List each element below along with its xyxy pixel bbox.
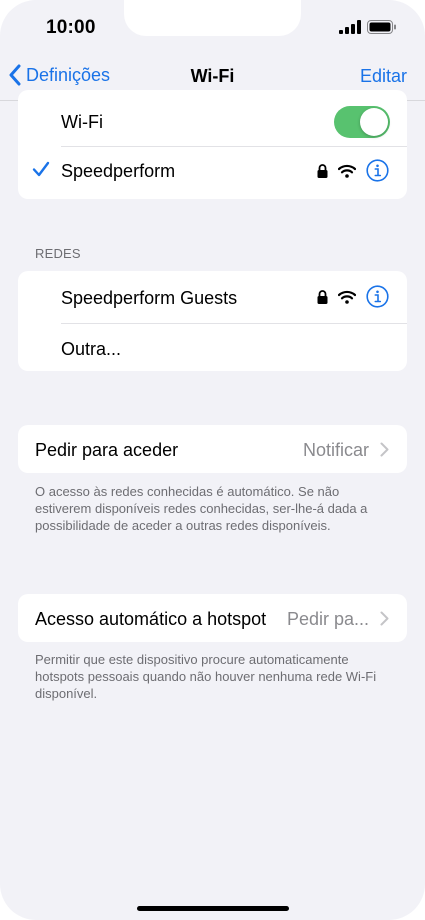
ask-to-join-label: Pedir para aceder bbox=[35, 440, 179, 460]
status-bar: 10:00 bbox=[0, 0, 425, 56]
toggle-knob bbox=[360, 108, 388, 136]
wifi-signal-icon bbox=[338, 164, 356, 178]
lock-icon bbox=[317, 163, 328, 178]
wifi-signal-icon bbox=[338, 290, 356, 304]
info-icon[interactable] bbox=[366, 159, 389, 182]
lock-icon bbox=[317, 289, 328, 304]
wifi-toggle[interactable] bbox=[334, 106, 390, 138]
chevron-left-icon bbox=[9, 64, 21, 86]
ask-to-join-footer: O acesso às redes conhecidas é automátic… bbox=[35, 484, 368, 533]
cellular-signal-icon bbox=[339, 20, 361, 34]
wifi-card: Wi-Fi Speedperform bbox=[18, 90, 407, 199]
connected-network-row[interactable]: Speedperform bbox=[18, 146, 407, 198]
notch bbox=[124, 0, 301, 36]
connected-network-name: Speedperform bbox=[61, 161, 176, 181]
phone-screen: 10:00 Definições Wi-Fi Editar Wi-Fi Spee… bbox=[0, 0, 425, 920]
status-time: 10:00 bbox=[46, 17, 96, 38]
network-status-icons bbox=[317, 285, 389, 308]
ask-to-join-value: Notificar bbox=[302, 440, 369, 460]
other-network-row[interactable]: Outra... bbox=[18, 323, 407, 371]
networks-section-header: REDES bbox=[35, 246, 81, 261]
auto-hotspot-footer: Permitir que este dispositivo procure au… bbox=[35, 652, 377, 701]
auto-hotspot-row[interactable]: Acesso automático a hotspot Pedir pa... bbox=[18, 594, 407, 642]
network-status-icons bbox=[317, 159, 389, 182]
back-label: Definições bbox=[26, 64, 111, 85]
back-button[interactable]: Definições bbox=[8, 64, 110, 86]
battery-icon bbox=[367, 20, 396, 34]
home-indicator[interactable] bbox=[137, 906, 289, 911]
info-icon[interactable] bbox=[366, 285, 389, 308]
chevron-right-icon bbox=[380, 442, 389, 457]
chevron-right-icon bbox=[380, 611, 389, 626]
auto-hotspot-value: Pedir pa... bbox=[286, 609, 369, 629]
ask-to-join-row[interactable]: Pedir para aceder Notificar bbox=[18, 425, 407, 473]
edit-button[interactable]: Editar bbox=[360, 66, 407, 87]
network-row[interactable]: Speedperform Guests bbox=[18, 271, 407, 323]
checkmark-icon bbox=[32, 161, 50, 177]
network-name: Speedperform Guests bbox=[61, 288, 238, 308]
wifi-label: Wi-Fi bbox=[61, 112, 103, 132]
other-network-label: Outra... bbox=[61, 339, 122, 359]
auto-hotspot-label: Acesso automático a hotspot bbox=[35, 609, 267, 629]
wifi-toggle-row: Wi-Fi bbox=[18, 98, 407, 146]
networks-card: Speedperform Guests Outra... bbox=[18, 271, 407, 371]
